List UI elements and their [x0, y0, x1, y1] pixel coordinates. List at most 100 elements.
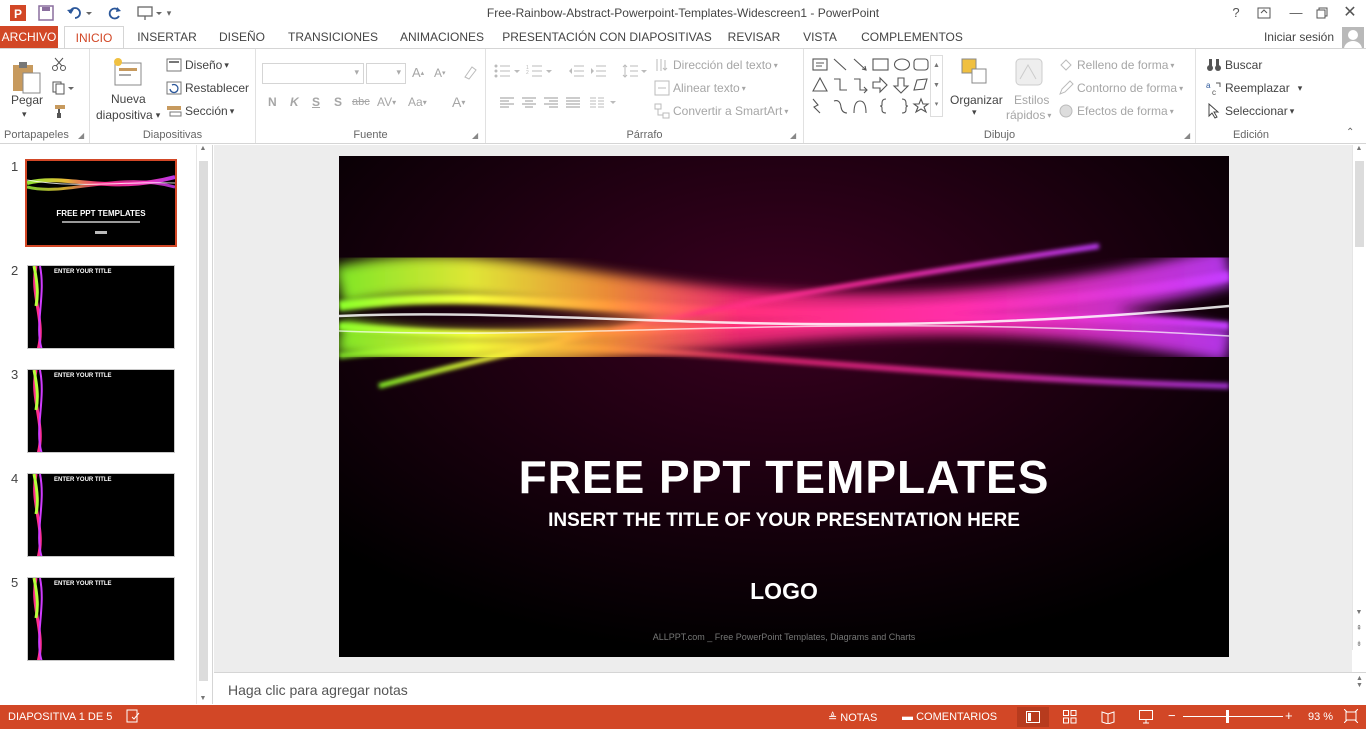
parrafo-launcher-icon[interactable]: ◢: [790, 131, 796, 140]
new-slide-dropdown[interactable]: diapositiva ▾: [96, 108, 160, 122]
thumbnail-scrollbar[interactable]: ▲ ▼: [196, 145, 209, 704]
text-direction-button[interactable]: Dirección del texto ▾: [654, 57, 778, 73]
tab-animaciones[interactable]: ANIMACIONES: [392, 26, 492, 49]
layout-button[interactable]: Diseño ▾: [166, 57, 229, 73]
smartart-button[interactable]: Convertir a SmartArt ▾: [654, 103, 788, 119]
avatar[interactable]: [1342, 27, 1364, 49]
tab-archivo[interactable]: ARCHIVO: [0, 26, 58, 49]
zoom-level[interactable]: 93 %: [1308, 711, 1333, 723]
fuente-launcher-icon[interactable]: ◢: [472, 131, 478, 140]
paste-button[interactable]: Pegar: [11, 93, 43, 107]
tab-diseno[interactable]: DISEÑO: [212, 26, 272, 49]
italic-icon[interactable]: K: [290, 95, 299, 109]
shape-outline-button[interactable]: Contorno de forma ▾: [1058, 80, 1183, 96]
change-case-icon[interactable]: Aa ▾: [408, 95, 427, 109]
current-slide[interactable]: FREE PPT TEMPLATES INSERT THE TITLE OF Y…: [339, 156, 1229, 657]
scroll-thumb[interactable]: [1355, 161, 1364, 247]
thumbnail-pane[interactable]: 1 FREE PPT TEMPLATES 2 ENTER YOUR TITLE …: [0, 145, 213, 704]
ribbon-display-icon[interactable]: [1250, 3, 1278, 23]
font-size-combo[interactable]: ▾: [366, 63, 406, 84]
slide-sorter-icon[interactable]: [1063, 710, 1077, 727]
columns-icon[interactable]: [590, 97, 618, 109]
underline-icon[interactable]: S: [312, 95, 320, 109]
close-icon[interactable]: ✕: [1336, 3, 1364, 23]
dibujo-launcher-icon[interactable]: ◢: [1184, 131, 1190, 140]
section-button[interactable]: Sección ▾: [166, 103, 234, 119]
font-color-icon[interactable]: A ▾: [452, 94, 465, 110]
clear-format-icon[interactable]: [462, 64, 478, 80]
more-icon[interactable]: ▾: [931, 96, 942, 114]
slideshow-icon[interactable]: [1139, 710, 1153, 727]
thumbnail-slide-5[interactable]: ENTER YOUR TITLE: [27, 577, 175, 661]
minimize-icon[interactable]: —: [1282, 3, 1310, 23]
comments-button[interactable]: ▬ COMENTARIOS: [902, 711, 997, 723]
arrange-button[interactable]: Organizar: [950, 93, 1003, 107]
shadow-icon[interactable]: S: [334, 95, 342, 109]
tab-inicio[interactable]: INICIO: [64, 26, 124, 49]
format-painter-icon[interactable]: [52, 104, 66, 118]
tab-insertar[interactable]: INSERTAR: [132, 26, 202, 49]
thumbnail-slide-3[interactable]: ENTER YOUR TITLE: [27, 369, 175, 453]
scroll-thumb[interactable]: [199, 161, 208, 681]
zoom-in-icon[interactable]: +: [1285, 708, 1293, 723]
notes-placeholder[interactable]: Haga clic para agregar notas: [228, 682, 408, 698]
replace-button[interactable]: ac Reemplazar ▾: [1206, 80, 1302, 96]
cut-icon[interactable]: [52, 57, 66, 71]
bold-icon[interactable]: N: [268, 95, 277, 109]
fit-slide-icon[interactable]: [1343, 708, 1359, 726]
align-left-icon[interactable]: [500, 97, 514, 109]
tab-vista[interactable]: VISTA: [796, 26, 844, 49]
zoom-slider[interactable]: [1183, 716, 1283, 717]
slide-subtitle[interactable]: INSERT THE TITLE OF YOUR PRESENTATION HE…: [339, 510, 1229, 532]
justify-icon[interactable]: [566, 97, 580, 109]
zoom-slider-thumb[interactable]: [1226, 710, 1229, 723]
notes-scrollbar[interactable]: ▲ ▼: [1353, 675, 1366, 705]
edit-scrollbar[interactable]: ▲ ▼ ⇞ ⇟: [1352, 145, 1365, 650]
scroll-down-icon[interactable]: ▼: [197, 695, 209, 702]
shrink-font-icon[interactable]: A ▾: [434, 66, 446, 80]
paste-dropdown-icon[interactable]: ▾: [22, 109, 27, 120]
new-slide-label[interactable]: Nueva: [111, 92, 146, 106]
previous-slide-icon[interactable]: ⇞: [1353, 624, 1365, 632]
char-spacing-icon[interactable]: AV ▾: [377, 95, 396, 109]
bullets-icon[interactable]: [494, 64, 522, 78]
scroll-up-icon[interactable]: ▲: [1353, 675, 1366, 682]
scroll-down-icon[interactable]: ▼: [931, 76, 942, 96]
thumbnail-slide-1[interactable]: FREE PPT TEMPLATES: [25, 159, 177, 247]
tab-complementos[interactable]: COMPLEMENTOS: [856, 26, 968, 49]
help-icon[interactable]: ?: [1222, 3, 1250, 23]
quick-styles-label-2[interactable]: rápidos ▾: [1006, 108, 1051, 122]
quick-styles-label[interactable]: Estilos: [1014, 93, 1049, 107]
align-text-button[interactable]: Alinear texto ▾: [654, 80, 746, 96]
notes-pane[interactable]: Haga clic para agregar notas ▲ ▼: [214, 672, 1366, 705]
paste-icon[interactable]: [10, 57, 44, 97]
shapes-gallery-scroll[interactable]: ▲ ▼ ▾: [930, 55, 943, 117]
slide-logo[interactable]: LOGO: [339, 578, 1229, 605]
normal-view-button[interactable]: [1017, 707, 1049, 727]
zoom-out-icon[interactable]: −: [1168, 708, 1176, 723]
select-button[interactable]: Seleccionar ▾: [1206, 103, 1294, 119]
scroll-down-icon[interactable]: ▼: [1353, 682, 1366, 689]
thumbnail-slide-2[interactable]: ENTER YOUR TITLE: [27, 265, 175, 349]
spellcheck-icon[interactable]: [126, 709, 140, 726]
line-spacing-icon[interactable]: [622, 64, 648, 78]
slide-title[interactable]: FREE PPT TEMPLATES: [339, 450, 1229, 504]
align-right-icon[interactable]: [544, 97, 558, 109]
quick-styles-icon[interactable]: [1014, 57, 1044, 87]
shape-fill-button[interactable]: Relleno de forma ▾: [1058, 57, 1174, 73]
copy-icon[interactable]: [52, 81, 74, 95]
scroll-up-icon[interactable]: ▲: [1353, 145, 1365, 159]
slide-footer[interactable]: ALLPPT.com _ Free PowerPoint Templates, …: [339, 632, 1229, 642]
signin-link[interactable]: Iniciar sesión: [1264, 30, 1334, 44]
portapapeles-launcher-icon[interactable]: ◢: [78, 131, 84, 140]
next-slide-icon[interactable]: ⇟: [1353, 640, 1365, 648]
reading-view-icon[interactable]: [1101, 710, 1115, 727]
arrange-icon[interactable]: [960, 57, 990, 87]
scroll-up-icon[interactable]: ▲: [931, 56, 942, 76]
reset-button[interactable]: Restablecer: [166, 80, 249, 96]
scroll-up-icon[interactable]: ▲: [197, 145, 209, 159]
shapes-gallery[interactable]: [810, 55, 934, 117]
tab-transiciones[interactable]: TRANSICIONES: [284, 26, 382, 49]
scroll-down-icon[interactable]: ▼: [1353, 609, 1365, 616]
find-button[interactable]: Buscar: [1206, 57, 1262, 73]
